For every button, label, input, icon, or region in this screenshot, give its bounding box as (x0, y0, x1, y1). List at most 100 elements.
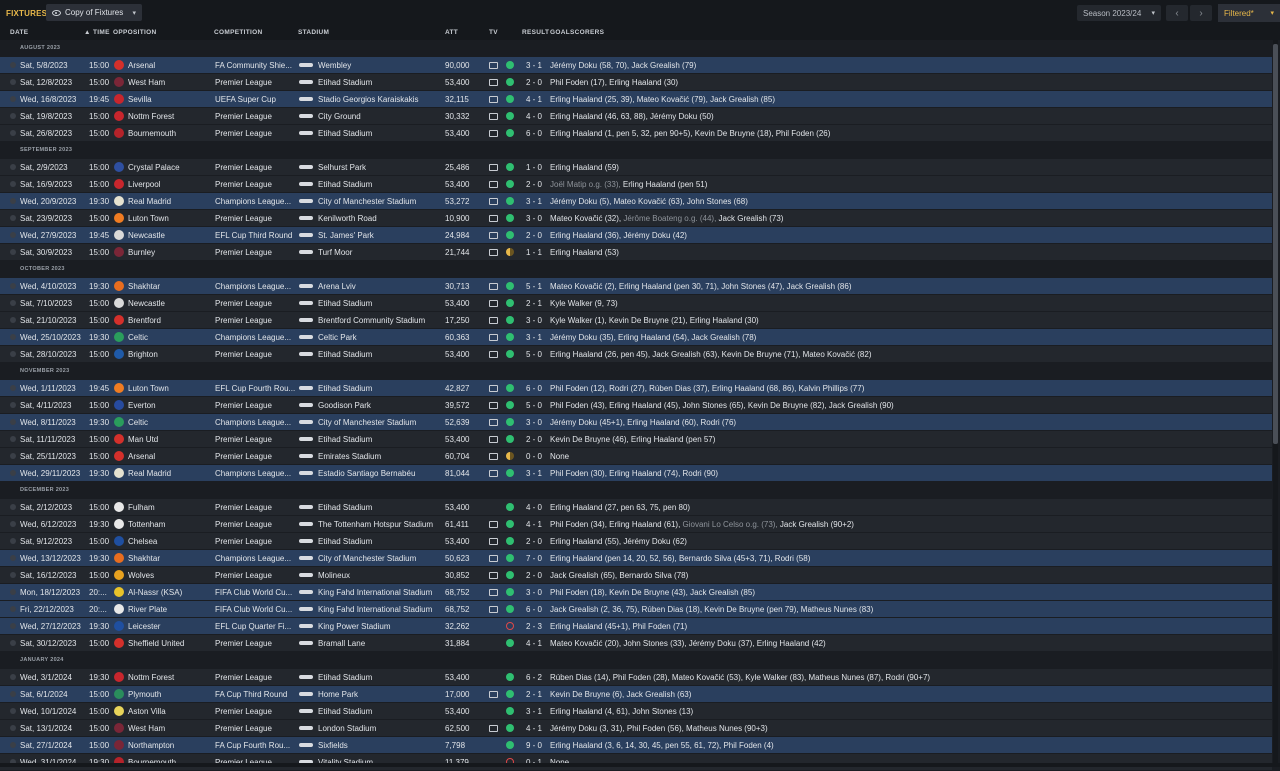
column-header-competition[interactable]: COMPETITION (214, 29, 262, 36)
opposition-link[interactable]: Aston Villa (128, 707, 210, 716)
competition-link[interactable]: Premier League (215, 112, 295, 121)
opposition-link[interactable]: West Ham (128, 724, 210, 733)
competition-link[interactable]: Premier League (215, 707, 295, 716)
result-score[interactable]: 3 - 0 (521, 316, 547, 325)
opposition-link[interactable]: Crystal Palace (128, 163, 210, 172)
opposition-link[interactable]: Plymouth (128, 690, 210, 699)
competition-link[interactable]: FA Cup Fourth Rou... (215, 741, 295, 750)
table-row[interactable]: Sat, 4/11/2023 15:00 Everton Premier League… (0, 397, 1272, 413)
opposition-link[interactable]: Brentford (128, 316, 210, 325)
opposition-link[interactable]: Celtic (128, 333, 210, 342)
competition-link[interactable]: Premier League (215, 180, 295, 189)
opposition-link[interactable]: Tottenham (128, 520, 210, 529)
table-row[interactable]: Sat, 27/1/2024 15:00 Northampton FA Cup Fou… (0, 737, 1272, 753)
table-row[interactable]: Wed, 27/12/2023 19:30 Leicester EFL Cup Qua… (0, 618, 1272, 634)
competition-link[interactable]: Premier League (215, 214, 295, 223)
opposition-link[interactable]: Man Utd (128, 435, 210, 444)
opposition-link[interactable]: Luton Town (128, 384, 210, 393)
result-score[interactable]: 4 - 1 (521, 639, 547, 648)
table-row[interactable]: Sat, 21/10/2023 15:00 Brentford Premier Lea… (0, 312, 1272, 328)
next-season-button[interactable]: › (1190, 5, 1212, 21)
filter-button[interactable]: Filtered* ▾ (1218, 4, 1280, 22)
result-score[interactable]: 2 - 0 (521, 537, 547, 546)
opposition-link[interactable]: Real Madrid (128, 197, 210, 206)
table-row[interactable]: Sat, 6/1/2024 15:00 Plymouth FA Cup Third R… (0, 686, 1272, 702)
table-row[interactable]: Wed, 4/10/2023 19:30 Shakhtar Champions Lea… (0, 278, 1272, 294)
competition-link[interactable]: Premier League (215, 401, 295, 410)
opposition-link[interactable]: Newcastle (128, 299, 210, 308)
table-row[interactable]: Sat, 12/8/2023 15:00 West Ham Premier Leagu… (0, 74, 1272, 90)
column-header-date[interactable]: DATE (10, 29, 28, 36)
column-header-tv[interactable]: TV (489, 29, 498, 36)
result-score[interactable]: 4 - 1 (521, 95, 547, 104)
table-row[interactable]: Wed, 13/12/2023 19:30 Shakhtar Champions Le… (0, 550, 1272, 566)
opposition-link[interactable]: Arsenal (128, 452, 210, 461)
opposition-link[interactable]: Al-Nassr (KSA) (128, 588, 210, 597)
table-row[interactable]: Wed, 6/12/2023 19:30 Tottenham Premier Leag… (0, 516, 1272, 532)
competition-link[interactable]: EFL Cup Fourth Rou... (215, 384, 295, 393)
competition-link[interactable]: Premier League (215, 248, 295, 257)
opposition-link[interactable]: Chelsea (128, 537, 210, 546)
competition-link[interactable]: FA Community Shie... (215, 61, 295, 70)
result-score[interactable]: 3 - 0 (521, 214, 547, 223)
competition-link[interactable]: EFL Cup Third Round (215, 231, 295, 240)
table-row[interactable]: Wed, 8/11/2023 19:30 Celtic Champions Leagu… (0, 414, 1272, 430)
result-score[interactable]: 1 - 0 (521, 163, 547, 172)
competition-link[interactable]: Champions League... (215, 418, 295, 427)
table-row[interactable]: Wed, 20/9/2023 19:30 Real Madrid Champions … (0, 193, 1272, 209)
competition-link[interactable]: Premier League (215, 724, 295, 733)
column-header-opposition[interactable]: OPPOSITION (113, 29, 156, 36)
competition-link[interactable]: EFL Cup Quarter Fi... (215, 622, 295, 631)
table-row[interactable]: Sat, 16/12/2023 15:00 Wolves Premier League… (0, 567, 1272, 583)
competition-link[interactable]: Premier League (215, 452, 295, 461)
competition-link[interactable]: Premier League (215, 316, 295, 325)
table-row[interactable]: Sat, 2/12/2023 15:00 Fulham Premier League E… (0, 499, 1272, 515)
table-row[interactable]: Sat, 19/8/2023 15:00 Nottm Forest Premier L… (0, 108, 1272, 124)
competition-link[interactable]: Premier League (215, 163, 295, 172)
column-header-result[interactable]: RESULT (522, 29, 549, 36)
competition-link[interactable]: FIFA Club World Cu... (215, 605, 295, 614)
opposition-link[interactable]: Celtic (128, 418, 210, 427)
table-row[interactable]: Wed, 10/1/2024 15:00 Aston Villa Premier Le… (0, 703, 1272, 719)
opposition-link[interactable]: Wolves (128, 571, 210, 580)
column-header-time[interactable]: TIME (93, 29, 110, 36)
result-score[interactable]: 3 - 1 (521, 61, 547, 70)
competition-link[interactable]: Premier League (215, 350, 295, 359)
table-row[interactable]: Fri, 22/12/2023 20:... River Plate FIFA Clu… (0, 601, 1272, 617)
opposition-link[interactable]: Sevilla (128, 95, 210, 104)
table-row[interactable]: Wed, 25/10/2023 19:30 Celtic Champions Leag… (0, 329, 1272, 345)
table-row[interactable]: Sat, 13/1/2024 15:00 West Ham Premier Leagu… (0, 720, 1272, 736)
table-row[interactable]: Sat, 23/9/2023 15:00 Luton Town Premier Lea… (0, 210, 1272, 226)
result-score[interactable]: 6 - 0 (521, 384, 547, 393)
result-score[interactable]: 2 - 3 (521, 622, 547, 631)
result-score[interactable]: 2 - 0 (521, 78, 547, 87)
opposition-link[interactable]: Burnley (128, 248, 210, 257)
column-header-goalscorers[interactable]: GOALSCORERS (550, 29, 604, 36)
table-row[interactable]: Sat, 30/12/2023 15:00 Sheffield United Prem… (0, 635, 1272, 651)
table-row[interactable]: Sat, 25/11/2023 15:00 Arsenal Premier Leagu… (0, 448, 1272, 464)
table-row[interactable]: Wed, 27/9/2023 19:45 Newcastle EFL Cup Thir… (0, 227, 1272, 243)
result-score[interactable]: 5 - 0 (521, 401, 547, 410)
result-score[interactable]: 7 - 0 (521, 554, 547, 563)
competition-link[interactable]: Premier League (215, 537, 295, 546)
competition-link[interactable]: Premier League (215, 503, 295, 512)
result-score[interactable]: 2 - 0 (521, 180, 547, 189)
table-row[interactable]: Sat, 16/9/2023 15:00 Liverpool Premier Leag… (0, 176, 1272, 192)
table-row[interactable]: Sat, 9/12/2023 15:00 Chelsea Premier League… (0, 533, 1272, 549)
result-score[interactable]: 3 - 1 (521, 469, 547, 478)
result-score[interactable]: 5 - 1 (521, 282, 547, 291)
result-score[interactable]: 2 - 0 (521, 435, 547, 444)
opposition-link[interactable]: Shakhtar (128, 554, 210, 563)
table-row[interactable]: Sat, 2/9/2023 15:00 Crystal Palace Premier … (0, 159, 1272, 175)
result-score[interactable]: 6 - 0 (521, 605, 547, 614)
competition-link[interactable]: Champions League... (215, 469, 295, 478)
season-selector[interactable]: Season 2023/24 ▾ (1077, 5, 1161, 21)
result-score[interactable]: 6 - 0 (521, 129, 547, 138)
opposition-link[interactable]: Real Madrid (128, 469, 210, 478)
result-score[interactable]: 0 - 0 (521, 452, 547, 461)
competition-link[interactable]: UEFA Super Cup (215, 95, 295, 104)
competition-link[interactable]: Premier League (215, 129, 295, 138)
opposition-link[interactable]: Newcastle (128, 231, 210, 240)
result-score[interactable]: 3 - 1 (521, 197, 547, 206)
opposition-link[interactable]: Northampton (128, 741, 210, 750)
